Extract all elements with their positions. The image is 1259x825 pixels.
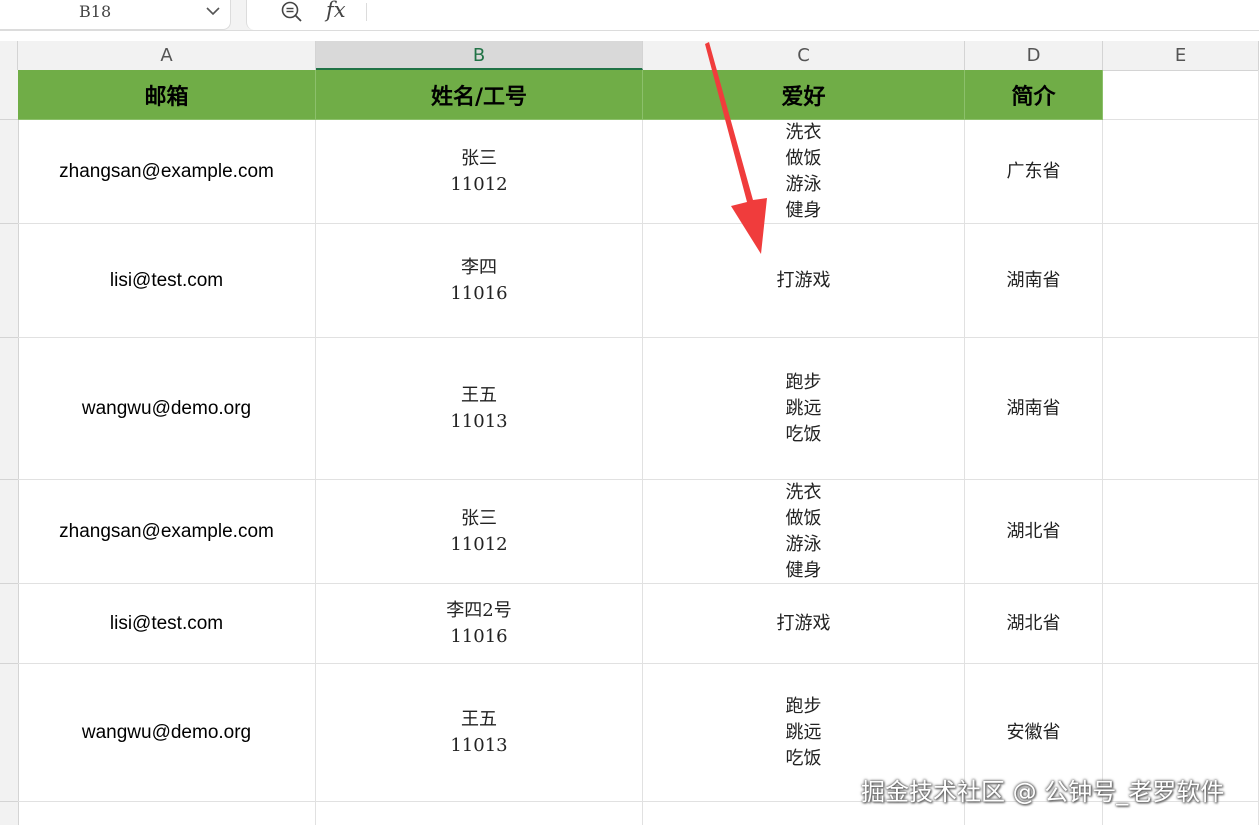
empty-cell[interactable] [1103,70,1259,120]
table-header-row: 邮箱 姓名/工号 爱好 简介 [18,70,1259,120]
empty-cell[interactable] [1103,338,1259,480]
table-row: lisi@test.com 李四 11016 打游戏 湖南省 [18,224,1259,338]
header-cell-name-id[interactable]: 姓名/工号 [316,70,643,120]
empty-cell[interactable] [316,802,643,825]
header-cell-intro[interactable]: 简介 [965,70,1103,120]
email-cell[interactable]: lisi@test.com [18,224,316,338]
name-id-cell[interactable]: 张三 11012 [316,480,643,584]
row-headers [0,70,19,825]
row-divider [0,583,18,584]
row-divider [0,801,18,802]
row-divider [0,479,18,480]
intro-cell[interactable]: 湖南省 [965,224,1103,338]
email-cell[interactable]: zhangsan@example.com [18,480,316,584]
header-cell-hobbies[interactable]: 爱好 [643,70,965,120]
spreadsheet-grid: 邮箱 姓名/工号 爱好 简介 zhangsan@example.com 张三 11… [18,70,1259,825]
divider [366,3,367,21]
intro-cell[interactable]: 湖南省 [965,338,1103,480]
hobbies-cell[interactable]: 跑步 跳远 吃饭 [643,338,965,480]
column-headers: A B C D E [0,41,1259,71]
column-header-a[interactable]: A [18,41,316,70]
empty-cell[interactable] [18,802,316,825]
column-header-b[interactable]: B [316,41,643,70]
email-cell[interactable]: wangwu@demo.org [18,664,316,802]
name-id-cell[interactable]: 李四 11016 [316,224,643,338]
empty-cell[interactable] [1103,120,1259,224]
column-header-e[interactable]: E [1103,41,1259,70]
intro-cell[interactable]: 湖北省 [965,480,1103,584]
formula-input[interactable] [246,0,1259,30]
table-row: wangwu@demo.org 王五 11013 跑步 跳远 吃饭 湖南省 [18,338,1259,480]
intro-cell[interactable]: 广东省 [965,120,1103,224]
empty-cell[interactable] [1103,584,1259,664]
table-row: lisi@test.com 李四2号 11016 打游戏 湖北省 [18,584,1259,664]
annotation-arrow-icon [705,42,767,254]
cell-reference: B18 [79,2,112,21]
intro-cell[interactable]: 湖北省 [965,584,1103,664]
row-divider [0,337,18,338]
hobbies-cell[interactable]: 洗衣 做饭 游泳 健身 [643,480,965,584]
hobbies-cell[interactable]: 打游戏 [643,224,965,338]
name-id-cell[interactable]: 王五 11013 [316,338,643,480]
name-id-cell[interactable]: 王五 11013 [316,664,643,802]
email-cell[interactable]: zhangsan@example.com [18,120,316,224]
function-icon[interactable]: fx [326,0,346,22]
hobbies-cell[interactable]: 打游戏 [643,584,965,664]
select-all-corner[interactable] [0,41,18,70]
zoom-out-icon[interactable] [280,0,304,24]
formula-bar: B18 fx [0,0,1259,31]
column-header-c[interactable]: C [643,41,965,70]
chevron-down-icon[interactable] [204,4,222,18]
watermark: 掘金技术社区 @ 公钟号_老罗软件 [861,778,1225,806]
empty-cell[interactable] [1103,480,1259,584]
row-divider [0,663,18,664]
name-box[interactable]: B18 [0,0,231,30]
table-row: zhangsan@example.com 张三 11012 洗衣 做饭 游泳 健身 广东… [18,120,1259,224]
name-id-cell[interactable]: 李四2号 11016 [316,584,643,664]
row-divider [0,119,18,120]
empty-cell[interactable] [1103,224,1259,338]
column-header-d[interactable]: D [965,41,1103,70]
table-row: zhangsan@example.com 张三 11012 洗衣 做饭 游泳 健身 湖北… [18,480,1259,584]
header-cell-email[interactable]: 邮箱 [18,70,316,120]
row-divider [0,223,18,224]
email-cell[interactable]: wangwu@demo.org [18,338,316,480]
hobbies-cell[interactable]: 洗衣 做饭 游泳 健身 [643,120,965,224]
email-cell[interactable]: lisi@test.com [18,584,316,664]
name-id-cell[interactable]: 张三 11012 [316,120,643,224]
